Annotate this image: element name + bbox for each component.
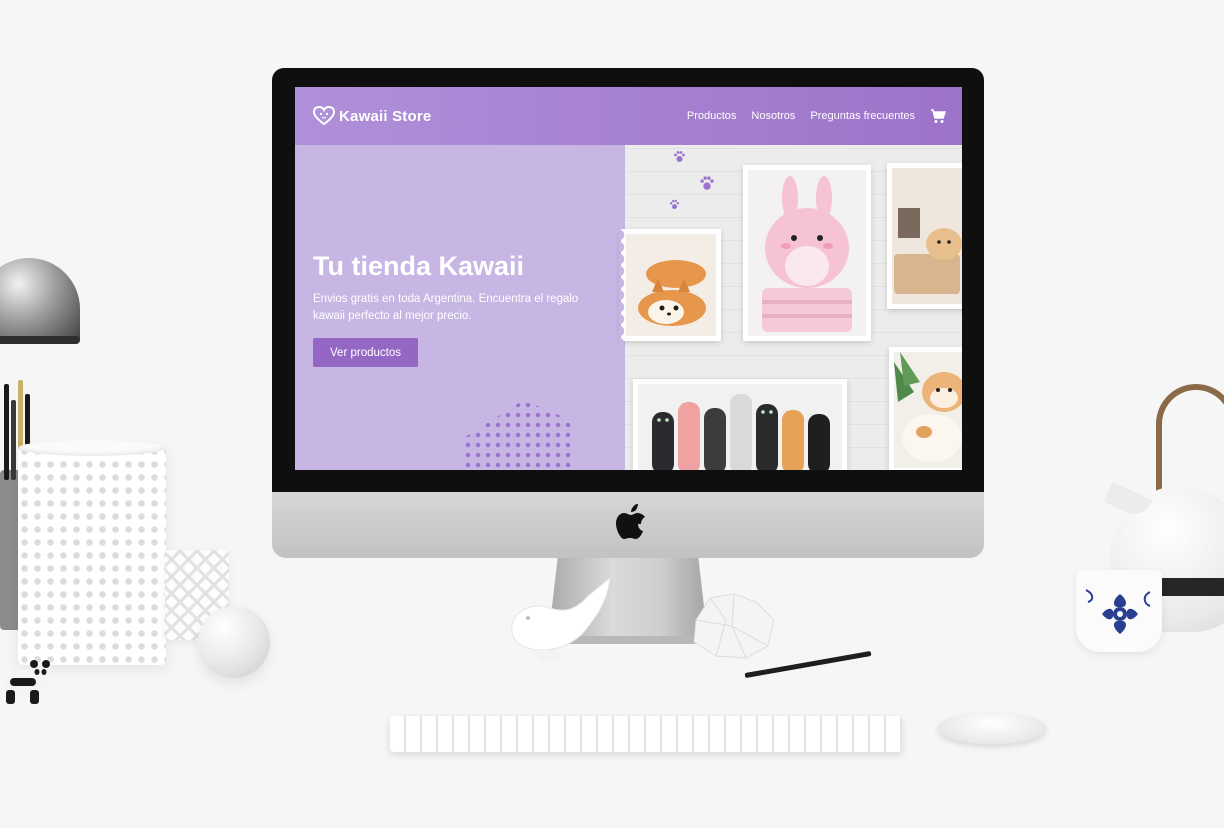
brand-logo[interactable]: Kawaii Store bbox=[313, 105, 431, 127]
paw-icon bbox=[700, 176, 714, 190]
bird-figurine bbox=[511, 576, 611, 662]
paw-icon bbox=[669, 199, 680, 210]
hero-subtitle: Envios gratis en toda Argentina. Encuent… bbox=[313, 293, 579, 322]
dot-pattern-decoration bbox=[463, 400, 573, 470]
website-screen: Kawaii Store Productos Nosotros Pregunta… bbox=[295, 87, 962, 470]
product-photo-cat-pillow[interactable] bbox=[887, 163, 962, 309]
perforated-holder-rim bbox=[18, 440, 166, 456]
view-products-button[interactable]: Ver productos bbox=[313, 338, 418, 367]
panda-figurine bbox=[4, 660, 52, 704]
nav-link-faq[interactable]: Preguntas frecuentes bbox=[810, 110, 915, 122]
cart-icon[interactable] bbox=[930, 108, 946, 124]
teapot-band bbox=[1160, 578, 1224, 596]
desk-lamp-rim bbox=[0, 336, 80, 344]
magic-mouse bbox=[938, 712, 1046, 744]
glass-ornament bbox=[198, 606, 270, 678]
product-photo-bunny[interactable] bbox=[743, 165, 871, 341]
main-nav: Productos Nosotros Preguntas frecuentes bbox=[687, 108, 946, 124]
site-header: Kawaii Store Productos Nosotros Pregunta… bbox=[295, 87, 962, 145]
product-photo-corgi[interactable] bbox=[621, 229, 721, 341]
nav-link-nosotros[interactable]: Nosotros bbox=[751, 110, 795, 122]
product-photo-cat-long[interactable] bbox=[633, 379, 847, 470]
hero-section: Tu tienda Kawaii Envios gratis en toda A… bbox=[295, 145, 962, 470]
hero-gallery bbox=[621, 145, 962, 470]
keyboard bbox=[390, 716, 902, 752]
apple-logo-icon bbox=[616, 504, 645, 539]
hero-text-panel: Tu tienda Kawaii Envios gratis en toda A… bbox=[295, 145, 625, 470]
nav-link-productos[interactable]: Productos bbox=[687, 110, 737, 122]
desk-lamp bbox=[0, 258, 80, 344]
perforated-holder bbox=[18, 445, 166, 665]
paw-icon bbox=[674, 151, 685, 162]
hero-title: Tu tienda Kawaii bbox=[313, 251, 525, 281]
brand-name: Kawaii Store bbox=[339, 107, 432, 125]
kawaii-heart-icon bbox=[313, 105, 335, 126]
cup-flower-pattern bbox=[1085, 589, 1151, 634]
product-photo-shiba[interactable] bbox=[889, 347, 962, 470]
crumpled-paper bbox=[693, 593, 775, 659]
scalloped-divider bbox=[619, 145, 631, 470]
